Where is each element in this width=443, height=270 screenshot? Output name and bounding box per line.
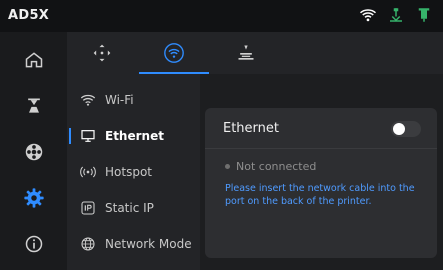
- nav-info[interactable]: [18, 228, 50, 260]
- network-icon: [164, 43, 184, 63]
- tab-print-calibration[interactable]: [211, 32, 281, 74]
- menu-item-network-mode[interactable]: Network Mode: [67, 228, 200, 260]
- wifi-icon: [79, 91, 97, 109]
- connection-status: Not connected: [225, 160, 316, 173]
- menu-label-static-ip: Static IP: [105, 201, 154, 215]
- nav-filament[interactable]: [18, 136, 50, 168]
- hotspot-icon: [79, 163, 97, 181]
- monitor-icon: [79, 127, 97, 145]
- settings-gear-icon: [24, 188, 44, 208]
- nav-home[interactable]: [18, 44, 50, 76]
- ethernet-panel-title: Ethernet: [223, 120, 279, 136]
- status-dot-icon: [225, 164, 230, 169]
- filament-spool-icon: [415, 6, 433, 24]
- printer-status-icon: [387, 6, 405, 24]
- status-icons: [359, 6, 433, 24]
- printer-tools-icon: [28, 98, 40, 113]
- menu-item-ethernet[interactable]: Ethernet: [67, 120, 200, 152]
- ethernet-panel: Ethernet Not connected Please insert the…: [205, 108, 437, 258]
- menu-label-network-mode: Network Mode: [105, 237, 192, 251]
- printer-model-title: AD5X: [8, 8, 50, 23]
- connection-status-text: Not connected: [236, 160, 317, 173]
- menu-label-ethernet: Ethernet: [105, 129, 164, 143]
- nav-printer-tools[interactable]: [18, 90, 50, 122]
- top-status-bar: AD5X: [0, 0, 443, 32]
- ethernet-panel-header: Ethernet: [205, 108, 437, 148]
- network-settings-list: Wi-Fi Ethernet Hotspot Static IP Network…: [67, 74, 200, 270]
- info-icon: [25, 235, 43, 253]
- menu-item-static-ip[interactable]: Static IP: [67, 192, 200, 224]
- ip-icon: [79, 199, 97, 217]
- left-navigation: [0, 32, 67, 270]
- globe-icon: [79, 235, 97, 253]
- filament-icon: [25, 143, 43, 161]
- wifi-icon: [359, 6, 377, 24]
- move-axes-icon: [93, 44, 111, 62]
- panel-divider: [205, 148, 437, 149]
- tab-move-axes[interactable]: [67, 32, 137, 74]
- tab-network[interactable]: [139, 32, 209, 74]
- menu-item-wifi[interactable]: Wi-Fi: [67, 84, 200, 116]
- nav-settings[interactable]: [18, 182, 50, 214]
- ethernet-toggle[interactable]: [391, 121, 421, 137]
- active-item-indicator: [69, 128, 71, 144]
- print-calibration-icon: [238, 45, 254, 60]
- menu-label-hotspot: Hotspot: [105, 165, 152, 179]
- home-icon: [25, 52, 43, 68]
- menu-item-hotspot[interactable]: Hotspot: [67, 156, 200, 188]
- ethernet-hint: Please insert the network cable into the…: [225, 183, 415, 207]
- top-tabs: [67, 32, 443, 74]
- menu-label-wifi: Wi-Fi: [105, 93, 134, 107]
- toggle-knob: [393, 123, 405, 135]
